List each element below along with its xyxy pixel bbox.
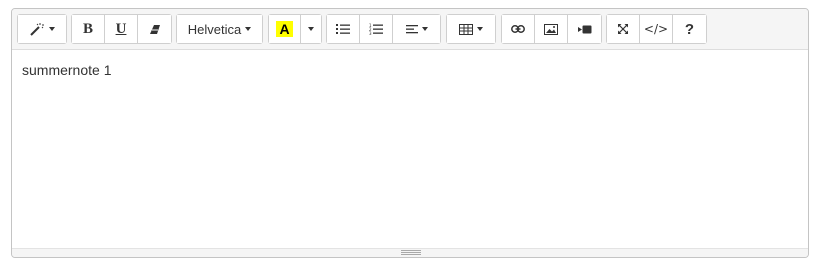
font-name-label: Helvetica [187, 21, 242, 37]
paragraph-group: 1 2 3 [326, 14, 441, 44]
unordered-list-icon [336, 23, 350, 35]
chevron-down-icon [477, 27, 483, 31]
recent-color-button[interactable]: A [269, 15, 301, 43]
editor-toolbar: B U Helvetica A 1 2 3 </> ? [12, 9, 808, 50]
help-button[interactable]: ? [673, 15, 706, 43]
picture-icon [544, 23, 558, 35]
summernote-editor: B U Helvetica A 1 2 3 </> ? summernote 1 [11, 8, 809, 258]
color-dropdown-button[interactable] [301, 15, 321, 43]
style-dropdown-button[interactable] [18, 15, 66, 43]
chevron-down-icon [421, 27, 428, 31]
link-button[interactable] [502, 15, 535, 43]
resize-handle-icon[interactable] [401, 250, 421, 255]
font-name-dropdown[interactable]: Helvetica [177, 15, 262, 43]
style-group [17, 14, 67, 44]
color-group: A [268, 14, 322, 44]
clear-format-button[interactable] [138, 15, 171, 43]
content-paragraph: summernote 1 [22, 62, 112, 78]
editable-area[interactable]: summernote 1 [12, 50, 808, 250]
code-view-icon: </> [643, 22, 669, 36]
magic-wand-icon [29, 22, 45, 36]
help-icon: ? [684, 20, 695, 38]
chevron-down-icon [308, 27, 314, 31]
video-button[interactable] [568, 15, 601, 43]
font-style-group: B U [71, 14, 172, 44]
fullscreen-button[interactable] [607, 15, 640, 43]
paragraph-align-dropdown[interactable] [393, 15, 440, 43]
insert-group [501, 14, 602, 44]
view-group: </> ? [606, 14, 707, 44]
bold-label: B [82, 20, 93, 37]
table-group [446, 14, 496, 44]
ordered-list-icon: 1 2 3 [369, 23, 383, 35]
underline-label: U [115, 20, 127, 37]
font-name-group: Helvetica [176, 14, 263, 44]
statusbar [12, 248, 808, 257]
chevron-down-icon [49, 27, 55, 31]
align-paragraph-icon [405, 24, 418, 34]
svg-text:3: 3 [369, 31, 372, 35]
table-dropdown-button[interactable] [447, 15, 495, 43]
color-letter: A [276, 21, 293, 37]
eraser-icon [149, 24, 161, 35]
underline-button[interactable]: U [105, 15, 138, 43]
code-view-button[interactable]: </> [640, 15, 673, 43]
fullscreen-icon [617, 23, 629, 35]
picture-button[interactable] [535, 15, 568, 43]
bold-button[interactable]: B [72, 15, 105, 43]
video-icon [577, 25, 592, 34]
ordered-list-button[interactable]: 1 2 3 [360, 15, 393, 43]
table-icon [459, 23, 473, 35]
unordered-list-button[interactable] [327, 15, 360, 43]
chevron-down-icon [245, 27, 252, 31]
link-icon [511, 25, 525, 33]
